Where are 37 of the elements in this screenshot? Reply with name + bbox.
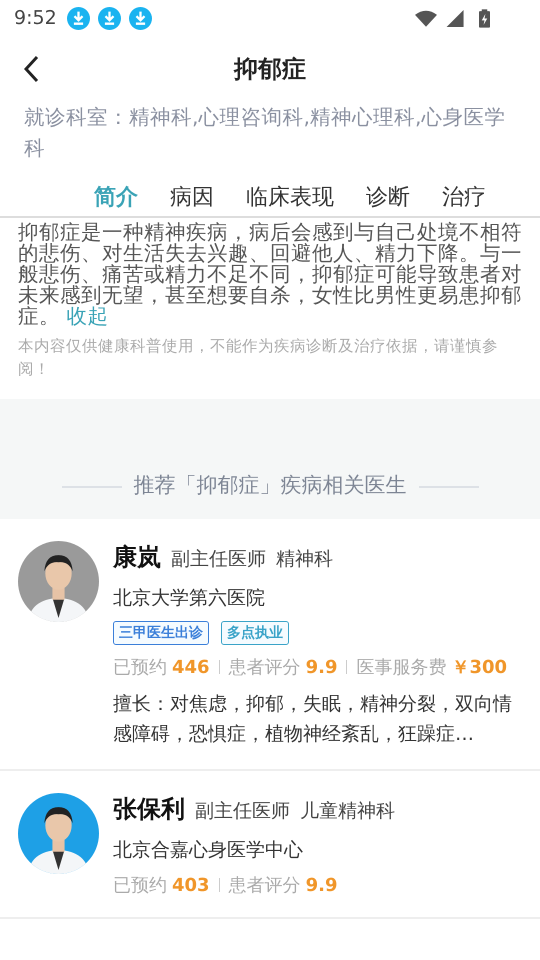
stat-label: 患者评分 bbox=[228, 656, 301, 679]
section-heading: 推荐「抑郁症」疾病相关医生 bbox=[134, 472, 406, 499]
doctor-tag: 三甲医生出诊 bbox=[113, 621, 209, 645]
tab[interactable]: 治疗 bbox=[442, 176, 486, 216]
stat-value: 403 bbox=[172, 874, 210, 896]
stat-value: ￥300 bbox=[451, 656, 508, 679]
doctor-tag: 多点执业 bbox=[221, 621, 289, 645]
stat-value: 446 bbox=[172, 656, 210, 678]
doctor-name: 康岚 bbox=[113, 542, 161, 573]
intro-paragraph: 抑郁症是一种精神疾病，病后会感到与自己处境不相符的悲伤、对生活失去兴趣、回避他人、精力下降。与一般悲伤、痛苦或精力不足不同，抑郁症可能导致患者对未来感到无望，甚至想要自杀，女性比男性更易患抑郁症。 收起 bbox=[18, 222, 522, 327]
tab[interactable]: 临床表现 bbox=[246, 176, 334, 216]
download-icon bbox=[66, 6, 90, 30]
doctor-name: 张保利 bbox=[113, 794, 185, 825]
doctor-department: 精神科 bbox=[276, 547, 333, 572]
status-time: 9:52 bbox=[14, 7, 57, 29]
doctor-department: 儿童精神科 bbox=[300, 799, 395, 824]
specialty-text: 擅长：对焦虑，抑郁，失眠，精神分裂，双向情感障碍，恐惧症，植物神经紊乱，狂躁症… bbox=[113, 692, 513, 747]
stat-label: 已预约 bbox=[113, 874, 167, 897]
doctor-title: 副主任医师 bbox=[171, 547, 266, 572]
download-icon bbox=[98, 6, 121, 30]
page-title: 抑郁症 bbox=[234, 54, 306, 85]
hospital-name: 北京大学第六医院 bbox=[113, 586, 266, 611]
hospital-name: 北京合嘉心身医学中心 bbox=[113, 838, 304, 863]
stat-label: 医事服务费 bbox=[356, 656, 446, 679]
back-icon[interactable] bbox=[24, 55, 40, 83]
stat-value: 9.9 bbox=[306, 656, 338, 678]
wifi-icon bbox=[415, 10, 437, 26]
stat-label: 已预约 bbox=[113, 656, 167, 679]
download-icon bbox=[128, 6, 152, 30]
stat-label: 患者评分 bbox=[228, 874, 301, 897]
tab[interactable]: 病因 bbox=[170, 176, 214, 216]
doctor-title: 副主任医师 bbox=[195, 799, 290, 824]
department-list: 就诊科室：精神科,心理咨询科,精神心理科,心身医学科 bbox=[0, 102, 540, 164]
disclaimer-text: 本内容仅供健康科普使用，不能作为疾病诊断及治疗依据，请谨慎参阅！ bbox=[18, 336, 499, 380]
tab[interactable]: 诊断 bbox=[366, 176, 410, 216]
stat-value: 9.9 bbox=[306, 874, 338, 896]
battery-icon bbox=[479, 8, 490, 28]
